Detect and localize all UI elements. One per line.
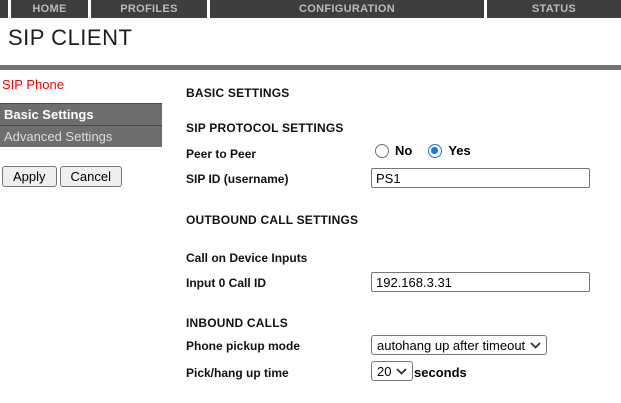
phone-pickup-mode-label: Phone pickup mode — [186, 339, 300, 353]
apply-button[interactable]: Apply — [2, 166, 57, 187]
pick-hang-up-time-label: Pick/hang up time — [186, 366, 289, 380]
nav-edge-block — [0, 0, 8, 18]
horizontal-divider — [0, 65, 621, 70]
cancel-button[interactable]: Cancel — [60, 166, 122, 187]
nav-item-status[interactable]: STATUS — [487, 0, 621, 18]
peer-to-peer-radio-no-label[interactable]: No — [395, 143, 412, 158]
sidebar-link-sip-phone[interactable]: SIP Phone — [2, 77, 64, 92]
section-heading-sip-protocol-settings: SIP PROTOCOL SETTINGS — [186, 121, 344, 135]
chevron-down-icon — [396, 368, 407, 375]
sip-client-page: HOME PROFILES CONFIGURATION STATUS SIP C… — [0, 0, 621, 403]
peer-to-peer-radio-no[interactable] — [375, 144, 389, 158]
section-heading-outbound-call-settings: OUTBOUND CALL SETTINGS — [186, 213, 358, 227]
input0-call-id-input[interactable] — [371, 272, 590, 292]
pick-hang-up-time-select[interactable]: 20 — [371, 361, 413, 381]
section-heading-basic-settings: BASIC SETTINGS — [186, 86, 289, 100]
peer-to-peer-radio-yes[interactable] — [428, 144, 442, 158]
page-title: SIP CLIENT — [8, 25, 132, 51]
call-on-device-inputs-label: Call on Device Inputs — [186, 251, 307, 265]
nav-item-profiles[interactable]: PROFILES — [91, 0, 207, 18]
section-heading-inbound-calls: INBOUND CALLS — [186, 316, 288, 330]
sip-id-label: SIP ID (username) — [186, 172, 288, 186]
sidebar-menu: Basic Settings Advanced Settings — [0, 103, 162, 147]
nav-item-home[interactable]: HOME — [11, 0, 88, 18]
seconds-suffix-label: seconds — [414, 365, 467, 380]
sip-id-input[interactable] — [371, 168, 590, 188]
sidebar-actions: Apply Cancel — [2, 166, 122, 187]
top-nav: HOME PROFILES CONFIGURATION STATUS — [0, 0, 621, 18]
peer-to-peer-radio-group: No Yes — [375, 143, 471, 158]
sidebar-item-basic-settings[interactable]: Basic Settings — [0, 103, 162, 125]
nav-item-configuration[interactable]: CONFIGURATION — [210, 0, 484, 18]
peer-to-peer-label: Peer to Peer — [186, 147, 256, 161]
phone-pickup-mode-select[interactable]: autohang up after timeout — [371, 335, 547, 355]
pick-hang-up-time-value: 20 — [377, 364, 391, 379]
sidebar-item-advanced-settings[interactable]: Advanced Settings — [0, 125, 162, 147]
peer-to-peer-radio-yes-label[interactable]: Yes — [448, 143, 470, 158]
chevron-down-icon — [530, 342, 541, 349]
phone-pickup-mode-value: autohang up after timeout — [377, 338, 525, 353]
input0-call-id-label: Input 0 Call ID — [186, 276, 266, 290]
